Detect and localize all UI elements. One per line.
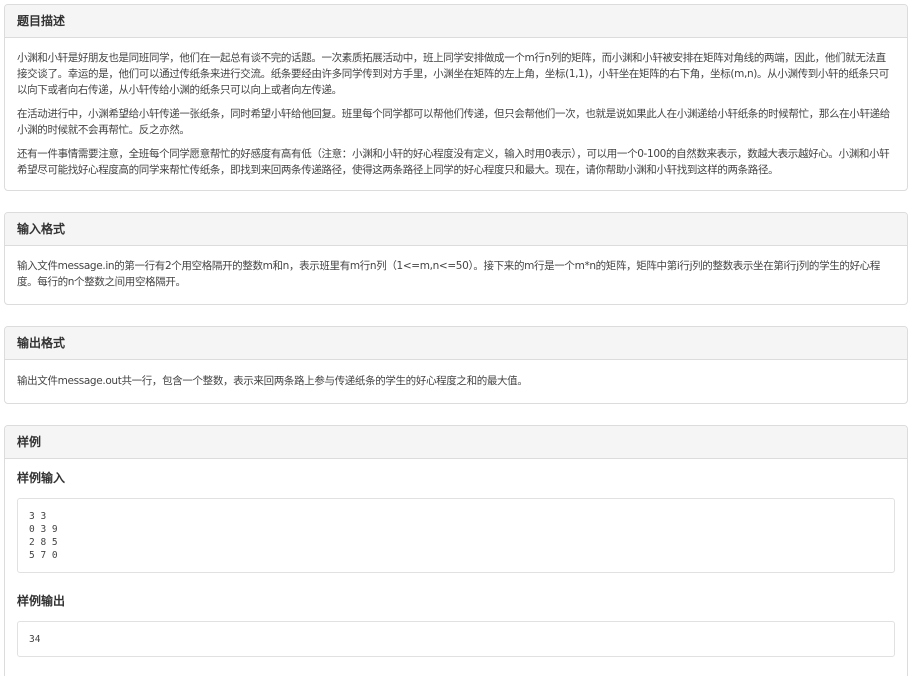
description-paragraph-3: 还有一件事情需要注意，全班每个同学愿意帮忙的好感度有高有低（注意：小渊和小轩的好… xyxy=(17,148,890,176)
input-format-title: 输入格式 xyxy=(5,213,907,246)
problem-page: 题目描述 小渊和小轩是好朋友也是同班同学，他们在一起总有谈不完的话题。一次素质拓… xyxy=(0,0,913,676)
sample-input-code[interactable]: 3 3 0 3 9 2 8 5 5 7 0 xyxy=(17,498,895,573)
output-format-text: 输出文件message.out共一行，包含一个整数，表示来回两条路上参与传递纸条… xyxy=(17,375,528,387)
description-panel: 题目描述 小渊和小轩是好朋友也是同班同学，他们在一起总有谈不完的话题。一次素质拓… xyxy=(4,4,908,191)
output-format-title: 输出格式 xyxy=(5,327,907,360)
sample-output-code[interactable]: 34 xyxy=(17,621,895,657)
output-format-panel: 输出格式 输出文件message.out共一行，包含一个整数，表示来回两条路上参… xyxy=(4,326,908,404)
samples-panel: 样例 样例输入 3 3 0 3 9 2 8 5 5 7 0 样例输出 34 xyxy=(4,425,908,676)
output-format-body: 输出文件message.out共一行，包含一个整数，表示来回两条路上参与传递纸条… xyxy=(5,360,907,403)
sample-input-title: 样例输入 xyxy=(17,471,66,485)
description-body: 小渊和小轩是好朋友也是同班同学，他们在一起总有谈不完的话题。一次素质拓展活动中，… xyxy=(5,38,907,190)
description-paragraph-1: 小渊和小轩是好朋友也是同班同学，他们在一起总有谈不完的话题。一次素质拓展活动中，… xyxy=(17,52,889,96)
description-paragraph-2: 在活动进行中，小渊希望给小轩传递一张纸条，同时希望小轩给他回复。班里每个同学都可… xyxy=(17,108,890,136)
input-format-text: 输入文件message.in的第一行有2个用空格隔开的整数m和n，表示班里有m行… xyxy=(17,260,880,288)
description-title: 题目描述 xyxy=(5,5,907,38)
samples-body: 样例输入 3 3 0 3 9 2 8 5 5 7 0 样例输出 34 xyxy=(5,459,907,676)
sample-output-title: 样例输出 xyxy=(17,594,66,608)
samples-title: 样例 xyxy=(5,426,907,459)
input-format-body: 输入文件message.in的第一行有2个用空格隔开的整数m和n，表示班里有m行… xyxy=(5,246,907,304)
input-format-panel: 输入格式 输入文件message.in的第一行有2个用空格隔开的整数m和n，表示… xyxy=(4,212,908,305)
